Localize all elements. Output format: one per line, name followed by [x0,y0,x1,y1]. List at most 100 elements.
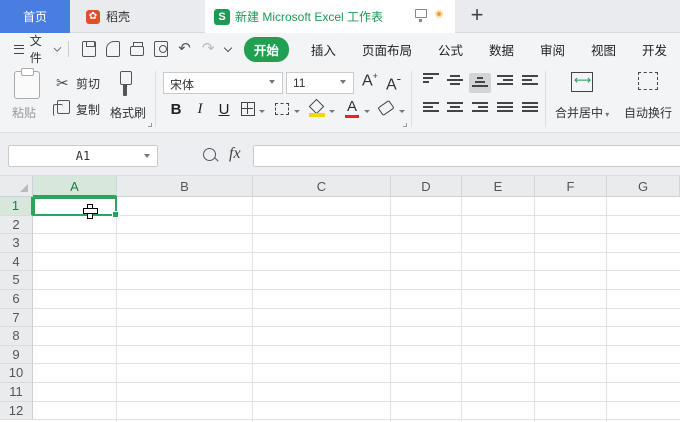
column-header-a[interactable]: A [33,176,117,197]
name-box-value: A1 [75,149,91,163]
tab-home[interactable]: 首页 [0,0,70,33]
row-header-10[interactable]: 10 [0,364,33,383]
select-all-corner[interactable] [0,176,33,197]
clear-format-dropdown-icon[interactable] [399,110,405,113]
save-icon[interactable] [81,41,96,57]
bold-button[interactable]: B [167,101,185,118]
copy-button[interactable]: 复制 [76,101,100,118]
align-right-icon[interactable] [472,102,488,115]
row-header-8[interactable]: 8 [0,327,33,346]
column-header-b[interactable]: B [117,176,253,197]
formula-input[interactable] [253,145,680,167]
cell-style-dropdown-icon[interactable] [294,110,300,113]
merge-center-icon[interactable] [571,72,593,92]
wrap-text-button[interactable]: 自动换行 [624,104,672,121]
fill-color-dropdown-icon[interactable] [329,110,335,113]
daoke-logo-icon: ✿ [86,9,100,24]
export-icon[interactable] [105,41,120,57]
row-header-1[interactable]: 1 [0,197,33,216]
tab-excel-workbook[interactable]: S 新建 Microsoft Excel 工作表 [205,0,455,34]
font-name-select[interactable]: 宋体 [163,72,283,94]
tab-daoke-label: 稻壳 [106,10,131,24]
column-header-d[interactable]: D [391,176,462,197]
wrap-text-icon[interactable] [638,72,658,90]
borders-dropdown-icon[interactable] [259,110,265,113]
row-header-4[interactable]: 4 [0,252,33,272]
paste-icon[interactable] [14,68,40,99]
ribbon-tab-data[interactable]: 数据 [489,40,514,59]
align-middle-icon[interactable] [447,75,463,88]
zoom-search-icon[interactable] [203,148,216,161]
redo-icon[interactable]: ↷ [201,41,215,57]
insert-function-icon[interactable]: fx [229,145,241,163]
copy-icon[interactable] [53,100,70,116]
row-header-3[interactable]: 3 [0,234,33,253]
increase-indent-icon[interactable] [522,75,538,88]
unsaved-dot-icon[interactable] [435,9,443,18]
paste-button-label[interactable]: 粘贴 [12,104,36,121]
column-header-f[interactable]: F [535,176,607,197]
name-box[interactable]: A1 [8,145,158,167]
align-left-icon[interactable] [423,102,439,115]
row-header-11[interactable]: 11 [0,383,33,402]
borders-icon[interactable] [241,102,255,116]
italic-button[interactable]: I [191,101,209,118]
file-menu-button[interactable]: 文件 [14,32,62,66]
selected-cell-a1[interactable] [33,197,119,218]
underline-button[interactable]: U [215,101,233,118]
row-header-5[interactable]: 5 [0,271,33,290]
monitor-icon[interactable] [415,9,427,22]
font-color-icon[interactable]: A [345,98,359,118]
print-icon[interactable] [129,42,144,56]
decrease-indent-icon[interactable] [497,75,513,88]
new-tab-button[interactable]: + [466,4,488,27]
column-header-e[interactable]: E [462,176,535,197]
print-preview-icon[interactable] [153,41,168,57]
ribbon-tab-page-layout[interactable]: 页面布局 [362,40,412,59]
font-size-select[interactable]: 11 [286,72,354,94]
column-header-c[interactable]: C [253,176,391,197]
dropdown-arrow-icon [144,154,150,158]
cut-button[interactable]: 剪切 [76,75,100,92]
fill-color-icon[interactable] [309,101,325,117]
align-bottom-icon[interactable] [469,73,491,93]
font-color-dropdown-icon[interactable] [364,110,370,113]
undo-icon[interactable]: ↶ [178,41,192,57]
format-painter-button[interactable]: 格式刷 [110,104,146,121]
grid-line [33,344,680,346]
ribbon-tab-insert[interactable]: 插入 [311,40,336,59]
grid-line [116,197,117,422]
align-top-icon[interactable] [423,73,439,86]
cell-cursor-icon [83,204,98,219]
column-header-g[interactable]: G [607,176,680,197]
format-painter-icon[interactable] [118,71,134,96]
ribbon-tab-view[interactable]: 视图 [591,40,616,59]
ribbon-tab-developer[interactable]: 开发 [642,40,667,59]
increase-font-size-icon[interactable]: A+ [362,71,378,90]
cell-style-icon[interactable] [275,103,289,115]
distributed-align-icon[interactable] [522,102,538,115]
row-header-7[interactable]: 7 [0,308,33,328]
tab-daoke[interactable]: ✿ 稻壳 [72,0,202,33]
file-menu-label: 文件 [29,34,42,65]
align-center-icon[interactable] [447,102,463,115]
row-header-12[interactable]: 12 [0,401,33,421]
ribbon-tab-review[interactable]: 审阅 [540,40,565,59]
justify-icon[interactable] [497,102,513,115]
scissors-icon[interactable]: ✂ [56,74,69,92]
row-header-9[interactable]: 9 [0,345,33,365]
ribbon-tab-home[interactable]: 开始 [243,36,289,62]
merge-center-button[interactable]: 合并居中 ▾ [555,104,609,121]
grid-line [461,197,462,422]
quick-access-more-icon[interactable] [224,41,231,57]
divider [155,71,156,127]
font-group-launcher-icon[interactable] [403,123,407,127]
spreadsheet-grid[interactable]: A B C D E F G 1 2 3 4 5 6 7 8 9 10 11 12 [0,176,680,422]
font-size-value: 11 [293,76,306,90]
clear-format-icon[interactable] [377,99,395,117]
clipboard-group-launcher-icon[interactable] [148,123,152,127]
row-header-2[interactable]: 2 [0,215,33,235]
decrease-font-size-icon[interactable]: A- [386,71,401,94]
ribbon-tab-formulas[interactable]: 公式 [438,40,463,59]
row-header-6[interactable]: 6 [0,290,33,309]
